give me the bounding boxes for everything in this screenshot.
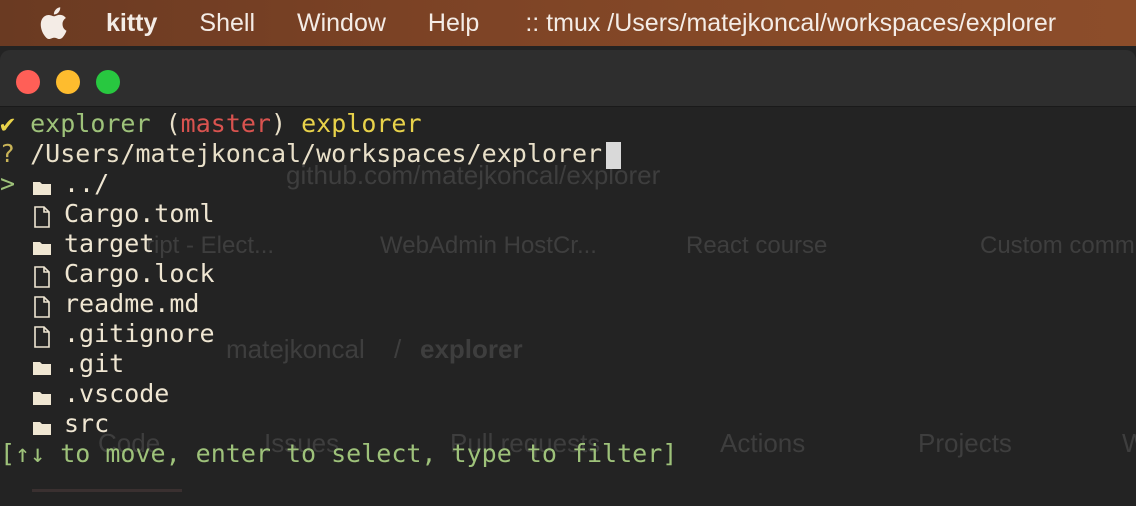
file-icon	[32, 325, 52, 348]
file-list-item[interactable]: src	[0, 409, 109, 439]
menu-bar: kitty Shell Window Help :: tmux /Users/m…	[0, 0, 1136, 46]
file-list-item-name: Cargo.lock	[64, 259, 215, 288]
paren-close: )	[270, 109, 287, 138]
file-list-item[interactable]: target	[0, 229, 154, 259]
file-list-item[interactable]: .gitignore	[0, 319, 215, 349]
folder-icon	[32, 235, 52, 255]
file-icon	[32, 265, 52, 288]
current-path: /Users/matejkoncal/workspaces/explorer	[30, 139, 603, 168]
prompt-dir: explorer	[30, 109, 151, 138]
file-list-item[interactable]: Cargo.toml	[0, 199, 215, 229]
terminal-content[interactable]: ✔ explorer (master) explorer ? /Users/ma…	[0, 106, 1136, 506]
prompt-line: ✔ explorer (master) explorer	[0, 109, 422, 139]
file-list-item-name: .gitignore	[64, 319, 215, 348]
menu-shell[interactable]: Shell	[199, 9, 255, 38]
file-list-item-name: .vscode	[64, 379, 170, 408]
file-list-item[interactable]: Cargo.lock	[0, 259, 215, 289]
git-branch: master	[180, 109, 271, 138]
file-list-item[interactable]: > ../	[0, 169, 109, 199]
file-list-item[interactable]: readme.md	[0, 289, 199, 319]
paren-open: (	[165, 109, 181, 138]
folder-icon	[32, 355, 52, 375]
folder-icon	[32, 385, 52, 405]
menu-help[interactable]: Help	[428, 9, 479, 38]
window-titlebar[interactable]	[0, 50, 1136, 107]
menu-app-kitty[interactable]: kitty	[106, 9, 157, 38]
question-line: ? /Users/matejkoncal/workspaces/explorer	[0, 139, 622, 169]
success-check-icon: ✔	[0, 109, 16, 138]
file-list-item-name: ../	[64, 169, 110, 198]
file-list-item-name: readme.md	[64, 289, 200, 318]
file-list-item-name: target	[64, 229, 155, 258]
terminal-window: github.com/matejkoncal/explorer ript - E…	[0, 46, 1136, 506]
apple-logo-icon[interactable]	[38, 7, 68, 39]
file-list-item[interactable]: .vscode	[0, 379, 169, 409]
folder-icon	[32, 175, 52, 195]
text-cursor	[606, 141, 622, 169]
maximize-window-button[interactable]	[96, 70, 120, 94]
window-title: :: tmux /Users/matejkoncal/workspaces/ex…	[525, 8, 1057, 37]
file-icon	[32, 205, 52, 228]
file-list-item-name: src	[64, 409, 110, 438]
folder-icon	[32, 415, 52, 435]
minimize-window-button[interactable]	[56, 70, 80, 94]
file-list-item-name: .git	[64, 349, 125, 378]
menu-window[interactable]: Window	[297, 9, 386, 38]
close-window-button[interactable]	[16, 70, 40, 94]
selection-marker: >	[0, 169, 16, 198]
file-list-item[interactable]: .git	[0, 349, 124, 379]
question-mark: ?	[0, 139, 16, 168]
file-list-item-name: Cargo.toml	[64, 199, 215, 228]
file-icon	[32, 295, 52, 318]
prompt-command: explorer	[301, 109, 422, 138]
help-hint: [↑↓ to move, enter to select, type to fi…	[0, 439, 678, 468]
